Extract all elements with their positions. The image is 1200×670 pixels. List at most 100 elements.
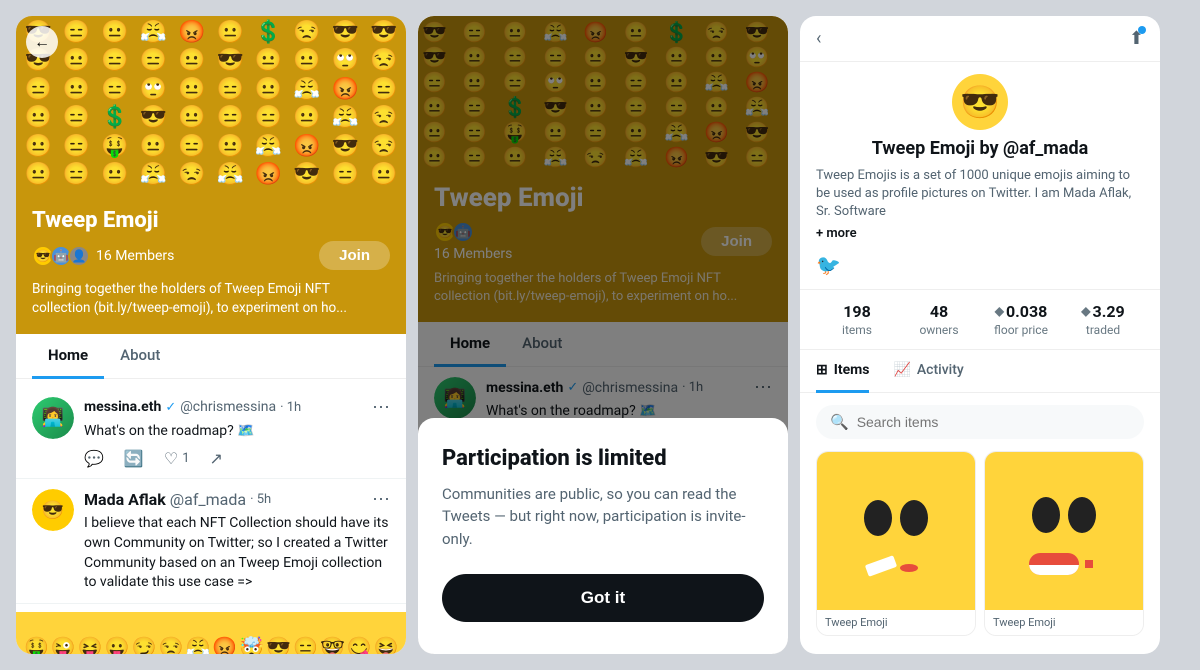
tweet-name-row-2: Mada Aflak @af_mada · 5h ⋯	[84, 489, 390, 510]
tweet-name-info-2: Mada Aflak @af_mada · 5h	[84, 490, 271, 509]
modal-body: Communities are public, so you can read …	[442, 483, 764, 551]
tweet-name-2: Mada Aflak	[84, 490, 166, 509]
modal-overlay: Participation is limited Communities are…	[418, 16, 788, 654]
tweet-item-2: 😎 Mada Aflak @af_mada · 5h ⋯ I believe t…	[16, 479, 406, 603]
collection-name: Tweep Emoji by @af_mada	[800, 138, 1160, 159]
avatar-img-2: 😎	[32, 489, 74, 531]
stat-owners-label: owners	[898, 323, 980, 337]
stat-traded-value: ◆ 3.29	[1062, 302, 1144, 321]
right-panel: ‹ ⬆ 😎 Tweep Emoji by @af_mada Tweep Emoj…	[800, 16, 1160, 654]
reply-icon: 💬	[84, 449, 104, 468]
share-icon: ↗	[210, 449, 223, 468]
nft-label-2: Tweep Emoji	[985, 610, 1143, 635]
members-info: 😎 🤖 👤 16 Members	[32, 245, 174, 267]
collection-emoji: 😎	[960, 83, 1000, 121]
tweet-header-1: messina.eth ✓ @chrismessina · 1h ⋯	[84, 397, 390, 418]
nft-eyes-1	[864, 500, 928, 536]
tweet-more-2[interactable]: ⋯	[372, 489, 390, 510]
search-input[interactable]	[857, 414, 1130, 430]
nft-grid: Tweep Emoji Tweep Emoji	[800, 451, 1160, 652]
grid-icon: ⊞	[816, 362, 828, 378]
avatar-img-1: 👩‍💻	[32, 397, 74, 439]
notification-icon[interactable]: ⬆	[1129, 28, 1144, 49]
banner-emoji-grid: 😎😑😐😤😡😐💲😒😎😎 😎😐😑😑😐😎😐😐🙄😒 😑😐😑🙄😐😑😐😤😡😑 😐😑💲😎😐😑😑…	[16, 16, 406, 192]
right-header-left: ‹	[816, 28, 821, 49]
tab-items[interactable]: ⊞ Items	[816, 350, 869, 393]
left-panel: 😎😑😐😤😡😐💲😒😎😎 😎😐😑😑😐😎😐😐🙄😒 😑😐😑🙄😐😑😐😤😡😑 😐😑💲😎😐😑😑…	[16, 16, 406, 654]
tweet-text-1: What's on the roadmap? 🗺️	[84, 422, 390, 442]
eth-icon-traded: ◆	[1081, 304, 1090, 318]
members-count: 16 Members	[96, 248, 174, 264]
tweet-avatar-2: 😎	[32, 489, 74, 531]
reply-action-1[interactable]: 💬	[84, 449, 104, 468]
tweet-more-1[interactable]: ⋯	[372, 397, 390, 418]
tweet-name-1: messina.eth	[84, 399, 161, 415]
join-button[interactable]: Join	[319, 241, 390, 270]
tab-activity[interactable]: 📈 Activity	[893, 350, 963, 393]
right-back-button[interactable]: ‹	[816, 28, 821, 49]
nft-card-1[interactable]: Tweep Emoji	[816, 451, 976, 636]
activity-icon: 📈	[893, 362, 910, 378]
share-action-1[interactable]: ↗	[210, 449, 223, 468]
stat-items-label: items	[816, 323, 898, 337]
notification-dot	[1138, 26, 1146, 34]
more-link[interactable]: + more	[800, 226, 1160, 249]
like-action-1[interactable]: ♡ 1	[164, 449, 190, 468]
tab-home[interactable]: Home	[32, 334, 104, 379]
heart-icon: ♡	[164, 449, 178, 468]
middle-panel: 😎😑😐😤😡😐💲😒😎 😎😐😑😑😐😎😐😐🙄 😑😐😑🙄😐😑😐😤😡 😐😑💲😎😐😑😑😐😤 …	[418, 16, 788, 654]
community-description: Bringing together the holders of Tweep E…	[32, 280, 390, 318]
back-button[interactable]: ←	[26, 26, 58, 58]
social-links: 🐦	[800, 249, 1160, 289]
modal-sheet: Participation is limited Communities are…	[418, 418, 788, 655]
modal-title: Participation is limited	[442, 446, 764, 471]
search-bar[interactable]: 🔍	[816, 405, 1144, 439]
eth-icon-floor: ◆	[995, 304, 1004, 318]
stat-floor-label: floor price	[980, 323, 1062, 337]
tweet-text-2: I believe that each NFT Collection shoul…	[84, 514, 390, 592]
like-count-1: 1	[182, 451, 189, 466]
nft-eyes-2	[1032, 497, 1096, 533]
tweet-header-2: 😎 Mada Aflak @af_mada · 5h ⋯ I believe t…	[32, 489, 390, 592]
search-icon: 🔍	[830, 413, 849, 431]
retweet-icon: 🔄	[124, 449, 144, 468]
collection-logo: 😎	[952, 74, 1008, 130]
member-avatar-3: 👤	[68, 245, 90, 267]
member-avatars: 😎 🤖 👤	[32, 245, 90, 267]
twitter-icon[interactable]: 🐦	[816, 253, 841, 277]
community-meta: 😎 🤖 👤 16 Members Join	[32, 241, 390, 270]
got-it-button[interactable]: Got it	[442, 574, 764, 622]
stat-items-value: 198	[816, 302, 898, 321]
tweet-user-1: messina.eth ✓ @chrismessina · 1h	[84, 399, 301, 415]
right-header-icons: ⬆	[1129, 28, 1144, 49]
nft-mouth-1	[866, 560, 926, 572]
tweet-feed: 👩‍💻 messina.eth ✓ @chrismessina · 1h ⋯ W…	[16, 379, 406, 612]
community-title: Tweep Emoji	[32, 208, 390, 233]
nft-img-1	[817, 452, 975, 610]
stat-items: 198 items	[816, 302, 898, 337]
right-header: ‹ ⬆	[800, 16, 1160, 62]
right-tabs: ⊞ Items 📈 Activity	[800, 350, 1160, 393]
tabs-bar: Home About	[16, 334, 406, 379]
collection-description: Tweep Emojis is a set of 1000 unique emo…	[800, 159, 1160, 226]
tweet-handle-1: @chrismessina	[180, 399, 276, 415]
tweet-body-2: Mada Aflak @af_mada · 5h ⋯ I believe tha…	[84, 489, 390, 592]
tweet-item-1: 👩‍💻 messina.eth ✓ @chrismessina · 1h ⋯ W…	[16, 387, 406, 480]
tweet-actions-1: 💬 🔄 ♡ 1 ↗	[84, 449, 390, 468]
tweet-time-2: · 5h	[250, 492, 271, 507]
stat-owners-value: 48	[898, 302, 980, 321]
tab-about[interactable]: About	[104, 334, 176, 379]
tweet-avatar-1: 👩‍💻	[32, 397, 74, 439]
verified-icon-1: ✓	[165, 400, 176, 415]
left-banner: 😎😑😐😤😡😐💲😒😎😎 😎😐😑😑😐😎😐😐🙄😒 😑😐😑🙄😐😑😐😤😡😑 😐😑💲😎😐😑😑…	[16, 16, 406, 196]
tweet-body-1: messina.eth ✓ @chrismessina · 1h ⋯ What'…	[84, 397, 390, 469]
nft-mouth-2	[1029, 553, 1099, 575]
retweet-action-1[interactable]: 🔄	[124, 449, 144, 468]
stat-floor: ◆ 0.038 floor price	[980, 302, 1062, 337]
stat-owners: 48 owners	[898, 302, 980, 337]
tweet-handle-2: @af_mada	[170, 490, 246, 509]
stat-floor-value: ◆ 0.038	[980, 302, 1062, 321]
bottom-emoji-strip: 🤑😜😝😛😏😒😤😡🤯😎😑🤓😋😆	[16, 612, 406, 654]
nft-img-2	[985, 452, 1143, 610]
nft-card-2[interactable]: Tweep Emoji	[984, 451, 1144, 636]
